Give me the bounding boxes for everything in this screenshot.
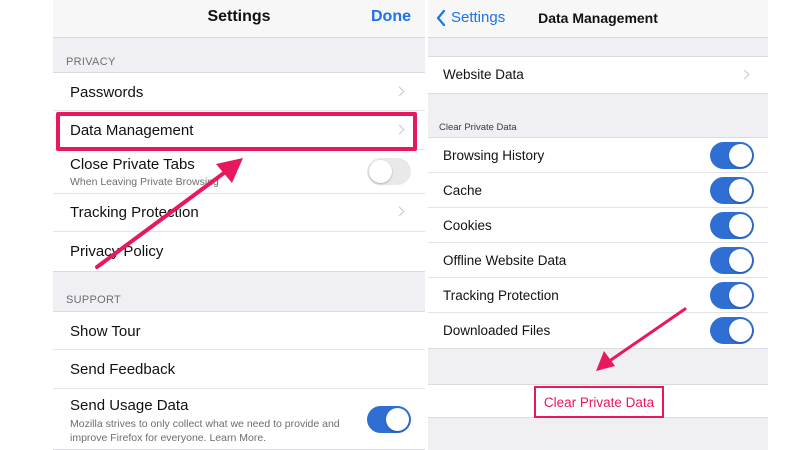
cookies-label: Cookies [443,218,492,233]
passwords-label: Passwords [70,84,144,101]
done-button[interactable]: Done [371,8,411,26]
toggle-row-downloaded-files: Downloaded Files [428,313,768,348]
privacy-section-header: PRIVACY [66,56,116,68]
downloaded-files-toggle[interactable] [710,317,754,344]
privacy-policy-row[interactable]: Privacy Policy [53,232,425,271]
send-usage-data-toggle[interactable] [367,406,411,433]
offline-website-data-toggle[interactable] [710,247,754,274]
send-usage-data-description: Mozilla strives to only collect what we … [70,418,340,444]
close-private-tabs-row: Close Private Tabs When Leaving Private … [53,150,425,194]
chevron-right-icon [394,86,405,97]
toggle-knob [729,214,752,237]
send-usage-data-row: Send Usage Data Mozilla strives to only … [53,389,425,449]
settings-navbar: Settings Done [53,0,425,38]
toggle-knob [729,284,752,307]
cache-toggle[interactable] [710,177,754,204]
chevron-right-icon [739,69,750,80]
passwords-row[interactable]: Passwords [53,73,425,111]
show-tour-row[interactable]: Show Tour [53,312,425,350]
browsing-history-label: Browsing History [443,148,545,163]
chevron-right-icon [394,206,405,217]
browsing-history-toggle[interactable] [710,142,754,169]
privacy-group: Passwords Data Management Close Private … [53,72,425,272]
close-private-tabs-sublabel: When Leaving Private Browsing [70,176,219,188]
send-feedback-row[interactable]: Send Feedback [53,350,425,389]
data-management-row[interactable]: Data Management [53,111,425,150]
website-data-row[interactable]: Website Data [428,57,768,93]
page-title: Settings [207,8,271,25]
tracking-protection-toggle[interactable] [710,282,754,309]
send-feedback-label: Send Feedback [70,361,176,378]
toggle-row-cache: Cache [428,173,768,208]
toggle-knob [729,319,752,342]
close-private-tabs-toggle[interactable] [367,158,411,185]
toggle-row-tracking-protection: Tracking Protection [428,278,768,313]
tracking-protection-label: Tracking Protection [70,204,199,221]
chevron-right-icon [394,124,405,135]
settings-screen: Settings Done PRIVACY Passwords Data Man… [53,0,425,450]
tracking-protection-label: Tracking Protection [443,288,559,303]
data-management-label: Data Management [70,122,194,139]
data-management-navbar: Settings Data Management [428,0,768,38]
tracking-protection-row[interactable]: Tracking Protection [53,194,425,232]
show-tour-label: Show Tour [70,323,141,340]
data-management-screen: Settings Data Management Website Data Cl… [428,0,768,450]
clear-private-data-header: Clear Private Data [439,122,517,133]
page-title: Data Management [538,10,658,26]
send-usage-data-label: Send Usage Data [70,397,189,414]
toggle-row-cookies: Cookies [428,208,768,243]
toggle-knob [386,408,409,431]
toggle-row-browsing-history: Browsing History [428,138,768,173]
close-private-tabs-label: Close Private Tabs [70,156,195,173]
website-data-group: Website Data [428,56,768,94]
toggle-knob [369,160,392,183]
cache-label: Cache [443,183,483,198]
downloaded-files-label: Downloaded Files [443,323,551,338]
support-section-header: SUPPORT [66,294,122,306]
cookies-toggle[interactable] [710,212,754,239]
clear-private-data-group: Clear Private Data [428,384,768,418]
clear-options-group: Browsing History Cache Cookies Offline W… [428,137,768,349]
toggle-knob [729,249,752,272]
offline-website-data-label: Offline Website Data [443,253,567,268]
clear-private-data-button[interactable]: Clear Private Data [534,386,664,418]
toggle-knob [729,144,752,167]
support-group: Show Tour Send Feedback Send Usage Data … [53,311,425,450]
privacy-policy-label: Privacy Policy [70,243,164,260]
website-data-label: Website Data [443,67,524,82]
toggle-knob [729,179,752,202]
toggle-row-offline-website-data: Offline Website Data [428,243,768,278]
